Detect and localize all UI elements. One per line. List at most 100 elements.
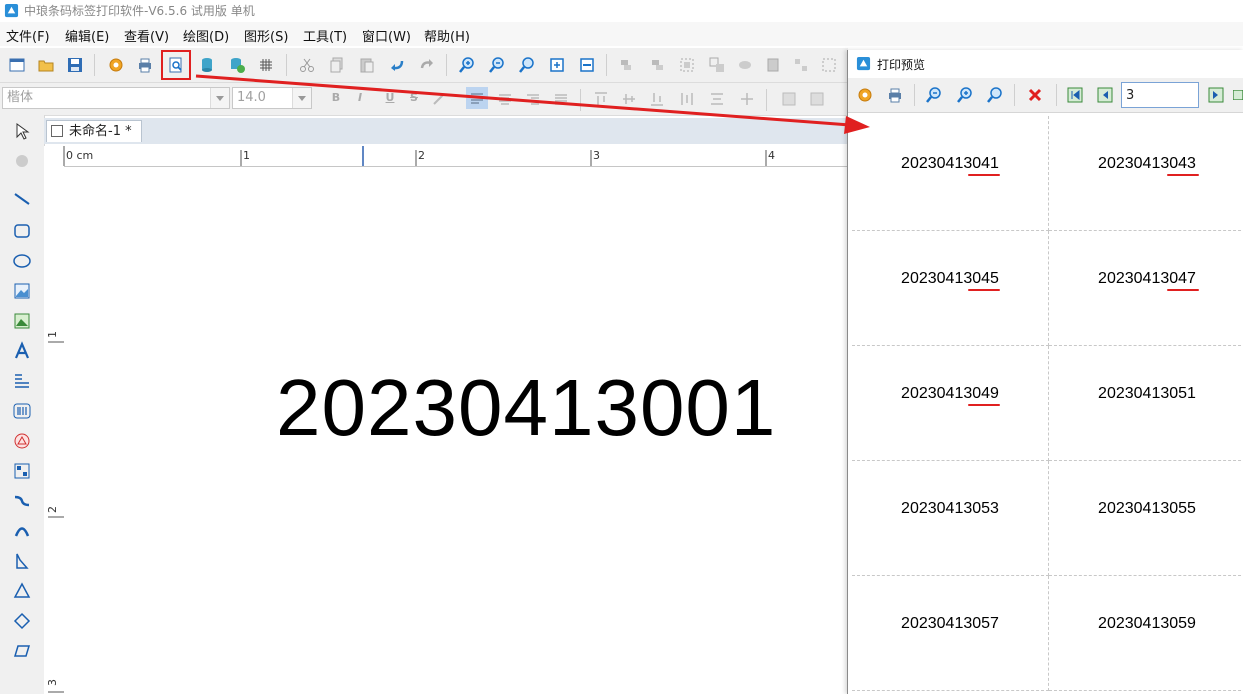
save-button[interactable] bbox=[64, 54, 86, 76]
valign-bottom-button[interactable] bbox=[646, 88, 668, 110]
last-page-button[interactable] bbox=[1232, 84, 1243, 106]
label-text-object[interactable]: 20230413001 bbox=[276, 362, 776, 454]
italic-button[interactable]: I bbox=[350, 88, 370, 108]
diamond-tool[interactable] bbox=[10, 609, 34, 633]
rich-text-tool[interactable] bbox=[10, 369, 34, 393]
database-link-button[interactable] bbox=[226, 54, 248, 76]
font-size-select[interactable]: 14.0 bbox=[232, 87, 312, 109]
last-page-icon bbox=[1233, 90, 1243, 100]
parallelogram-tool[interactable] bbox=[10, 639, 34, 663]
clear-format-button[interactable] bbox=[428, 88, 450, 110]
preview-label-cell: 20230413053 bbox=[852, 461, 1049, 576]
valign-top-button[interactable] bbox=[590, 88, 612, 110]
open-icon bbox=[38, 60, 54, 72]
select-tool[interactable] bbox=[10, 119, 34, 143]
shape-tool[interactable] bbox=[10, 429, 34, 453]
arc-tool[interactable] bbox=[10, 519, 34, 543]
database-button[interactable] bbox=[196, 54, 218, 76]
preview-title: 打印预览 bbox=[877, 58, 926, 72]
line-tool[interactable] bbox=[10, 187, 34, 211]
group-button[interactable] bbox=[676, 54, 698, 76]
align-right-button[interactable] bbox=[646, 54, 668, 76]
underline-button[interactable]: U bbox=[380, 88, 400, 108]
ellipse-tool[interactable] bbox=[10, 249, 34, 273]
ungroup-button[interactable] bbox=[706, 54, 728, 76]
tab-document[interactable]: 未命名-1 * bbox=[46, 120, 142, 142]
bring-front-button[interactable] bbox=[778, 88, 800, 110]
prev-page-button[interactable] bbox=[1094, 84, 1116, 106]
copy-button[interactable] bbox=[326, 54, 348, 76]
distribute-v-button[interactable] bbox=[706, 88, 728, 110]
menu-tools[interactable]: 工具(T) bbox=[303, 26, 347, 45]
menu-file[interactable]: 文件(F) bbox=[6, 26, 50, 45]
curve-tool[interactable] bbox=[10, 489, 34, 513]
zoom-fit-icon bbox=[519, 57, 534, 73]
preview-zoom-out-button[interactable] bbox=[923, 84, 945, 106]
menu-view[interactable]: 查看(V) bbox=[124, 26, 169, 45]
polygon-tool[interactable] bbox=[10, 549, 34, 573]
fit-width-icon bbox=[580, 58, 594, 72]
calc-button[interactable] bbox=[762, 54, 784, 76]
undo-button[interactable] bbox=[386, 54, 408, 76]
snap-button[interactable] bbox=[818, 54, 840, 76]
barcode-tool[interactable] bbox=[10, 399, 34, 423]
same-size-button[interactable] bbox=[736, 88, 758, 110]
grid-button[interactable] bbox=[255, 54, 277, 76]
align-right-text-button[interactable] bbox=[522, 88, 544, 110]
align-left-text-button[interactable] bbox=[466, 87, 488, 109]
qrcode-tool[interactable] bbox=[10, 459, 34, 483]
menu-edit[interactable]: 编辑(E) bbox=[65, 26, 109, 45]
paste-button[interactable] bbox=[356, 54, 378, 76]
menu-draw[interactable]: 绘图(D) bbox=[183, 26, 229, 45]
zoom-out-button[interactable] bbox=[486, 54, 508, 76]
preview-label-text: 20230413045 bbox=[901, 270, 999, 287]
distribute-h-button[interactable] bbox=[676, 88, 698, 110]
rotate-tool[interactable] bbox=[10, 149, 34, 173]
justify-text-button[interactable] bbox=[550, 88, 572, 110]
align-left-button[interactable] bbox=[616, 54, 638, 76]
layout-button[interactable] bbox=[790, 54, 812, 76]
open-button[interactable] bbox=[35, 54, 57, 76]
label-canvas[interactable]: 20230413001 bbox=[64, 167, 848, 694]
valign-middle-button[interactable] bbox=[618, 88, 640, 110]
preview-label-text: 20230413051 bbox=[1098, 385, 1196, 402]
bold-button[interactable]: B bbox=[326, 88, 346, 108]
print-preview-button[interactable] bbox=[161, 50, 191, 80]
lock-button[interactable] bbox=[734, 54, 756, 76]
preview-zoom-fit-button[interactable] bbox=[984, 84, 1006, 106]
zoom-fit-button[interactable] bbox=[516, 54, 538, 76]
rotate-icon bbox=[16, 155, 28, 167]
preview-zoom-in-button[interactable] bbox=[954, 84, 976, 106]
lock-icon bbox=[739, 61, 751, 69]
menu-shape[interactable]: 图形(S) bbox=[244, 26, 288, 45]
send-back-button[interactable] bbox=[806, 88, 828, 110]
fit-width-button[interactable] bbox=[576, 54, 598, 76]
font-size-value: 14.0 bbox=[237, 90, 266, 105]
align-center-text-button[interactable] bbox=[494, 88, 516, 110]
cut-button[interactable] bbox=[296, 54, 318, 76]
settings-button[interactable] bbox=[105, 54, 127, 76]
menu-window[interactable]: 窗口(W) bbox=[362, 26, 411, 45]
zoom-out-icon bbox=[926, 87, 941, 103]
image-tool[interactable] bbox=[10, 279, 34, 303]
preview-settings-button[interactable] bbox=[854, 84, 876, 106]
strikethrough-button[interactable]: S bbox=[404, 88, 424, 108]
text-tool[interactable] bbox=[10, 339, 34, 363]
preview-close-button[interactable] bbox=[1024, 84, 1046, 106]
menu-help[interactable]: 帮助(H) bbox=[424, 26, 470, 45]
preview-print-button[interactable] bbox=[884, 84, 906, 106]
rounded-rect-tool[interactable] bbox=[10, 219, 34, 243]
triangle-tool[interactable] bbox=[10, 579, 34, 603]
new-button[interactable] bbox=[6, 54, 28, 76]
font-name-select[interactable]: 楷体 bbox=[2, 87, 230, 109]
print-button[interactable] bbox=[134, 54, 156, 76]
page-number-input[interactable] bbox=[1121, 82, 1199, 108]
ruler-mark: 2 bbox=[46, 506, 59, 513]
first-page-button[interactable] bbox=[1064, 84, 1086, 106]
redo-button[interactable] bbox=[416, 54, 438, 76]
zoom-in-button[interactable] bbox=[456, 54, 478, 76]
next-page-button[interactable] bbox=[1205, 84, 1227, 106]
save-icon bbox=[68, 58, 82, 72]
fit-page-button[interactable] bbox=[546, 54, 568, 76]
picture-tool[interactable] bbox=[10, 309, 34, 333]
